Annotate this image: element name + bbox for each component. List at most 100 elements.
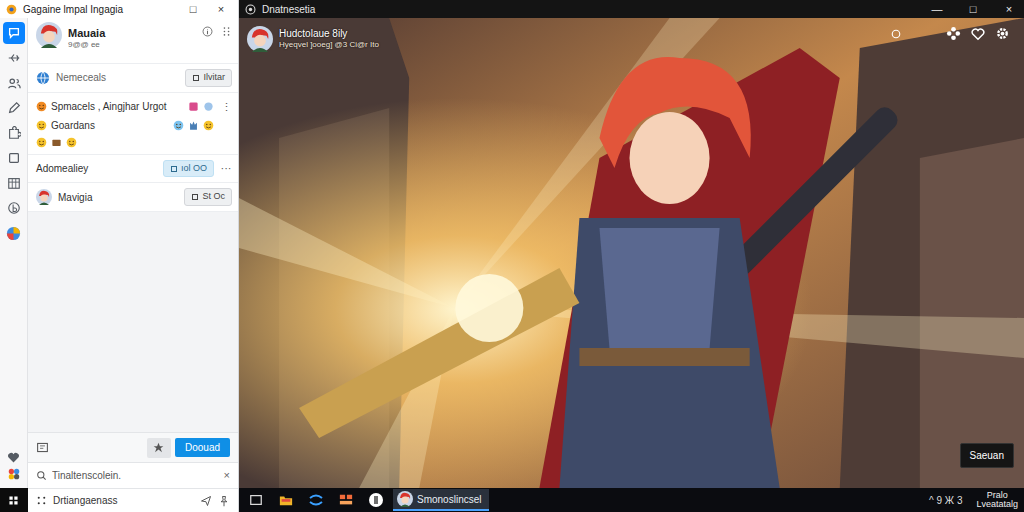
taskbar-item[interactable] [243, 489, 269, 511]
footer-bar: Drtiangaenass [28, 488, 238, 512]
taskbar-item[interactable] [303, 489, 329, 511]
app-label: Smonoslincsel [417, 492, 481, 507]
window-control[interactable]: × [210, 1, 232, 18]
taskbar-item[interactable] [273, 489, 299, 511]
gear-icon[interactable] [995, 26, 1010, 41]
emoji-icon [203, 120, 214, 131]
flower-icon[interactable] [946, 26, 961, 41]
star-icon [153, 442, 164, 453]
grip-icon[interactable] [221, 26, 232, 37]
main-area: Dnatnesetia—□×Hudctolaue 8ilyHyeqvel ]oo… [239, 0, 1024, 512]
channel-text: Hudctolaue 8ilyHyeqvel ]ooeg] @3 Ci@r It… [279, 28, 379, 50]
avatar-icon [36, 189, 52, 205]
rail-item[interactable] [3, 122, 25, 144]
clock-line: Pralo [976, 491, 1018, 500]
profile-text: Mauaia9@@ ee [68, 22, 196, 51]
menu-button[interactable]: ⋮ [220, 99, 232, 116]
message-emojis [36, 137, 214, 148]
clear-button[interactable]: × [224, 467, 230, 484]
app-logo-icon [6, 4, 17, 15]
edge-icon [308, 492, 324, 508]
clock-line: Lveatatalg [976, 500, 1018, 509]
item-title: Mavigia [58, 190, 178, 205]
rail-item[interactable] [3, 147, 25, 169]
rail-item[interactable] [3, 22, 25, 44]
list-item[interactable]: Spmacels , Aingjhar UrgotGoardans ⋮ [28, 93, 238, 155]
chat-window: Gagaine lmpal Ingagia□×Mauaia9@@ eeNemec… [0, 0, 239, 512]
search-icon [36, 470, 47, 481]
message-title: Spmacels , Aingjhar Urgot [51, 99, 184, 114]
app-icon [368, 492, 384, 508]
search-bar: × [28, 462, 238, 488]
window-control[interactable]: — [922, 1, 952, 18]
search-field[interactable] [52, 466, 219, 485]
profile-status: 9@@ ee [68, 40, 196, 50]
format-button[interactable] [147, 438, 171, 458]
chat-body: Mauaia9@@ eeNemecealsIlvitarSpmacels , A… [0, 18, 238, 512]
artwork: Hudctolaue 8ilyHyeqvel ]ooeg] @3 Ci@r It… [239, 18, 1024, 488]
viewer-tools [890, 26, 1010, 41]
window-control[interactable]: × [994, 1, 1024, 18]
emoji-icon [66, 137, 77, 148]
send-button[interactable]: Doouad [175, 438, 230, 457]
taskbar-item[interactable] [363, 489, 389, 511]
puzzle-icon [7, 126, 21, 140]
start-button[interactable] [0, 488, 28, 512]
empty-area [28, 212, 238, 432]
taskbar-app[interactable]: Smonoslincsel [393, 489, 489, 511]
title-bar: Gagaine lmpal Ingagia□× [0, 0, 238, 18]
box-icon [51, 137, 62, 148]
grid-icon [7, 494, 20, 507]
tag-icon [188, 101, 199, 112]
box-icon [191, 193, 199, 201]
store-icon [338, 493, 354, 507]
pen-icon [7, 101, 21, 115]
chat-icon [7, 26, 21, 40]
apps-icon[interactable] [7, 467, 21, 481]
footer-label: Drtiangaenass [53, 493, 194, 508]
rail-item[interactable] [3, 172, 25, 194]
rail-item[interactable] [3, 47, 25, 69]
hand-icon [188, 120, 199, 131]
rail-item[interactable] [3, 222, 25, 244]
window-control[interactable]: □ [182, 1, 204, 18]
activity-icon [7, 51, 21, 65]
globe-icon [36, 71, 50, 85]
calendar-icon [7, 176, 21, 190]
menu-button[interactable]: ··· [220, 160, 232, 177]
rail-item[interactable] [3, 72, 25, 94]
channel-header: Hudctolaue 8ilyHyeqvel ]ooeg] @3 Ci@r It… [247, 26, 379, 52]
viewer-window: Dnatnesetia—□×Hudctolaue 8ilyHyeqvel ]oo… [239, 0, 1024, 488]
message-body: Spmacels , Aingjhar UrgotGoardans [36, 99, 214, 148]
box-icon [192, 74, 200, 82]
list-item[interactable]: Nemeceals Ilvitar [28, 64, 238, 93]
rail-item[interactable] [3, 97, 25, 119]
info-icon[interactable] [202, 26, 213, 37]
circle-icon[interactable] [890, 28, 902, 40]
clock[interactable]: PraloLveatatalg [976, 491, 1018, 510]
save-button[interactable]: Saeuan [960, 443, 1014, 468]
list-item[interactable]: Adomealieyıol OO··· [28, 155, 238, 184]
item-button[interactable]: ıol OO [163, 160, 214, 178]
attach-icon[interactable] [36, 441, 49, 454]
window-icon [249, 493, 263, 507]
button-label: St Oc [202, 191, 225, 203]
profile-tools [202, 26, 232, 37]
channel-meta: Hyeqvel ]ooeg] @3 Ci@r Ito [279, 40, 379, 50]
heart-icon[interactable] [971, 27, 985, 41]
rail-item[interactable] [3, 197, 25, 219]
avatar-icon[interactable] [247, 26, 273, 52]
system-tray[interactable]: ^ 9 Ж 3 [929, 493, 962, 508]
item-button[interactable]: St Oc [184, 188, 232, 206]
emoji-icon [36, 101, 47, 112]
item-button[interactable]: Ilvitar [185, 69, 232, 87]
item-title: Nemeceals [56, 70, 179, 85]
heart-icon[interactable] [7, 451, 20, 464]
taskbar-item[interactable] [333, 489, 359, 511]
window-control[interactable]: □ [958, 1, 988, 18]
grid-icon[interactable] [36, 495, 47, 506]
avatar-icon[interactable] [36, 22, 62, 48]
send-icon[interactable] [200, 495, 212, 507]
pin-icon[interactable] [218, 495, 230, 507]
list-item[interactable]: Mavigia St Oc [28, 183, 238, 212]
